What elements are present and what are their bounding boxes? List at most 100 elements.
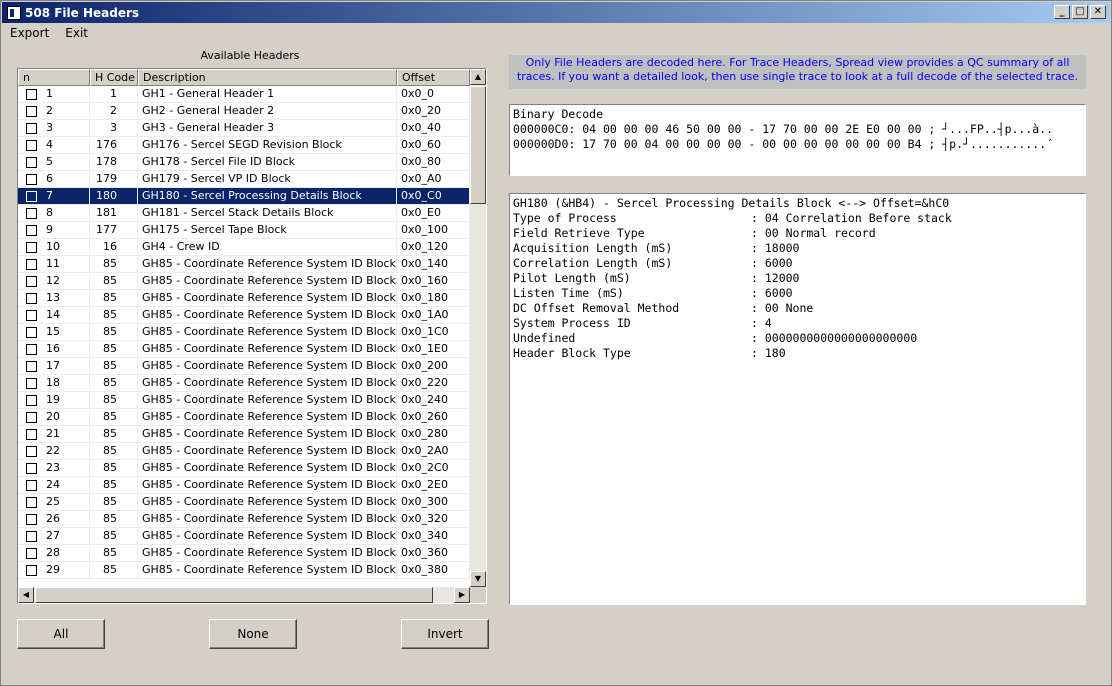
- scroll-down-icon[interactable]: ▼: [470, 571, 486, 587]
- row-checkbox[interactable]: [26, 88, 37, 100]
- table-row[interactable]: 7 180 GH180 - Sercel Processing Details Bl…: [18, 188, 470, 205]
- row-hcode: 179: [90, 171, 138, 187]
- table-row[interactable]: 18 85 GH85 - Coordinate Reference System I…: [18, 375, 470, 392]
- column-header-offset[interactable]: Offset: [397, 69, 470, 86]
- menu-exit[interactable]: Exit: [57, 26, 96, 40]
- maximize-button[interactable]: □: [1072, 5, 1088, 19]
- invert-button[interactable]: Invert: [401, 619, 489, 649]
- row-description: GH179 - Sercel VP ID Block: [138, 171, 397, 187]
- table-row[interactable]: 6 179 GH179 - Sercel VP ID Block 0x0_A0: [18, 171, 470, 188]
- scroll-up-icon[interactable]: ▲: [470, 69, 486, 85]
- row-checkbox[interactable]: [26, 326, 37, 338]
- row-n-cell: 11: [18, 256, 90, 272]
- row-checkbox[interactable]: [26, 564, 37, 576]
- row-checkbox[interactable]: [26, 513, 37, 525]
- menu-export[interactable]: Export: [2, 26, 57, 40]
- row-checkbox[interactable]: [26, 105, 37, 117]
- none-button[interactable]: None: [209, 619, 297, 649]
- row-checkbox[interactable]: [26, 241, 37, 253]
- header-decode-panel[interactable]: GH180 (&HB4) - Sercel Processing Details…: [509, 193, 1086, 605]
- row-n: 18: [46, 376, 60, 389]
- table-row[interactable]: 10 16 GH4 - Crew ID 0x0_120: [18, 239, 470, 256]
- row-description: GH85 - Coordinate Reference System ID Bl…: [138, 290, 397, 306]
- row-description: GH85 - Coordinate Reference System ID Bl…: [138, 562, 397, 578]
- row-checkbox[interactable]: [26, 547, 37, 559]
- row-checkbox[interactable]: [26, 479, 37, 491]
- table-row[interactable]: 23 85 GH85 - Coordinate Reference System I…: [18, 460, 470, 477]
- table-row[interactable]: 8 181 GH181 - Sercel Stack Details Block 0x…: [18, 205, 470, 222]
- table-row[interactable]: 3 3 GH3 - General Header 3 0x0_40: [18, 120, 470, 137]
- row-checkbox[interactable]: [26, 496, 37, 508]
- table-row[interactable]: 11 85 GH85 - Coordinate Reference System I…: [18, 256, 470, 273]
- table-row[interactable]: 25 85 GH85 - Coordinate Reference System I…: [18, 494, 470, 511]
- column-header-hcode[interactable]: H Code: [90, 69, 138, 86]
- table-row[interactable]: 14 85 GH85 - Coordinate Reference System I…: [18, 307, 470, 324]
- row-checkbox[interactable]: [26, 190, 37, 202]
- table-row[interactable]: 22 85 GH85 - Coordinate Reference System I…: [18, 443, 470, 460]
- table-row[interactable]: 4 176 GH176 - Sercel SEGD Revision Block 0x…: [18, 137, 470, 154]
- row-checkbox[interactable]: [26, 275, 37, 287]
- table-row[interactable]: 5 178 GH178 - Sercel File ID Block 0x0_80: [18, 154, 470, 171]
- row-n-cell: 5: [18, 154, 90, 170]
- table-row[interactable]: 20 85 GH85 - Coordinate Reference System I…: [18, 409, 470, 426]
- headers-list[interactable]: n H Code Description Offset 1 1 GH1 - Gene…: [17, 68, 487, 604]
- table-row[interactable]: 21 85 GH85 - Coordinate Reference System I…: [18, 426, 470, 443]
- table-row[interactable]: 13 85 GH85 - Coordinate Reference System I…: [18, 290, 470, 307]
- all-button[interactable]: All: [17, 619, 105, 649]
- horizontal-scrollbar[interactable]: ◀ ▶: [18, 587, 470, 603]
- table-row[interactable]: 27 85 GH85 - Coordinate Reference System I…: [18, 528, 470, 545]
- row-description: GH85 - Coordinate Reference System ID Bl…: [138, 358, 397, 374]
- scroll-left-icon[interactable]: ◀: [18, 587, 34, 603]
- row-checkbox[interactable]: [26, 156, 37, 168]
- close-button[interactable]: ✕: [1090, 5, 1106, 19]
- table-row[interactable]: 15 85 GH85 - Coordinate Reference System I…: [18, 324, 470, 341]
- column-header-n[interactable]: n: [18, 69, 90, 86]
- row-checkbox[interactable]: [26, 258, 37, 270]
- table-row[interactable]: 26 85 GH85 - Coordinate Reference System I…: [18, 511, 470, 528]
- hscroll-thumb[interactable]: [35, 587, 433, 603]
- row-checkbox[interactable]: [26, 411, 37, 423]
- table-row[interactable]: 16 85 GH85 - Coordinate Reference System I…: [18, 341, 470, 358]
- row-offset: 0x0_E0: [397, 205, 470, 221]
- row-checkbox[interactable]: [26, 309, 37, 321]
- row-n-cell: 12: [18, 273, 90, 289]
- row-offset: 0x0_60: [397, 137, 470, 153]
- row-checkbox[interactable]: [26, 343, 37, 355]
- row-n: 17: [46, 359, 60, 372]
- available-headers-label: Available Headers: [200, 49, 300, 62]
- minimize-button[interactable]: _: [1054, 5, 1070, 19]
- row-checkbox[interactable]: [26, 530, 37, 542]
- row-hcode: 176: [90, 137, 138, 153]
- column-header-description[interactable]: Description: [138, 69, 397, 86]
- row-checkbox[interactable]: [26, 122, 37, 134]
- binary-decode-panel[interactable]: Binary Decode 000000C0: 04 00 00 00 46 50…: [509, 104, 1086, 176]
- scroll-right-icon[interactable]: ▶: [454, 587, 470, 603]
- row-checkbox[interactable]: [26, 139, 37, 151]
- row-checkbox[interactable]: [26, 377, 37, 389]
- row-offset: 0x0_40: [397, 120, 470, 136]
- row-hcode: 2: [90, 103, 138, 119]
- table-row[interactable]: 1 1 GH1 - General Header 1 0x0_0: [18, 86, 470, 103]
- row-checkbox[interactable]: [26, 292, 37, 304]
- row-checkbox[interactable]: [26, 360, 37, 372]
- vertical-scrollbar[interactable]: ▲ ▼: [470, 69, 486, 587]
- row-checkbox[interactable]: [26, 224, 37, 236]
- table-row[interactable]: 9 177 GH175 - Sercel Tape Block 0x0_100: [18, 222, 470, 239]
- table-row[interactable]: 2 2 GH2 - General Header 2 0x0_20: [18, 103, 470, 120]
- table-row[interactable]: 12 85 GH85 - Coordinate Reference System I…: [18, 273, 470, 290]
- row-checkbox[interactable]: [26, 428, 37, 440]
- table-row[interactable]: 28 85 GH85 - Coordinate Reference System I…: [18, 545, 470, 562]
- row-checkbox[interactable]: [26, 462, 37, 474]
- row-description: GH85 - Coordinate Reference System ID Bl…: [138, 273, 397, 289]
- row-checkbox[interactable]: [26, 445, 37, 457]
- scroll-thumb[interactable]: [470, 86, 486, 204]
- table-row[interactable]: 17 85 GH85 - Coordinate Reference System I…: [18, 358, 470, 375]
- field-value: : 6000: [751, 286, 793, 300]
- table-row[interactable]: 24 85 GH85 - Coordinate Reference System I…: [18, 477, 470, 494]
- row-checkbox[interactable]: [26, 207, 37, 219]
- table-row[interactable]: 29 85 GH85 - Coordinate Reference System I…: [18, 562, 470, 579]
- row-offset: 0x0_0: [397, 86, 470, 102]
- row-checkbox[interactable]: [26, 394, 37, 406]
- table-row[interactable]: 19 85 GH85 - Coordinate Reference System I…: [18, 392, 470, 409]
- row-checkbox[interactable]: [26, 173, 37, 185]
